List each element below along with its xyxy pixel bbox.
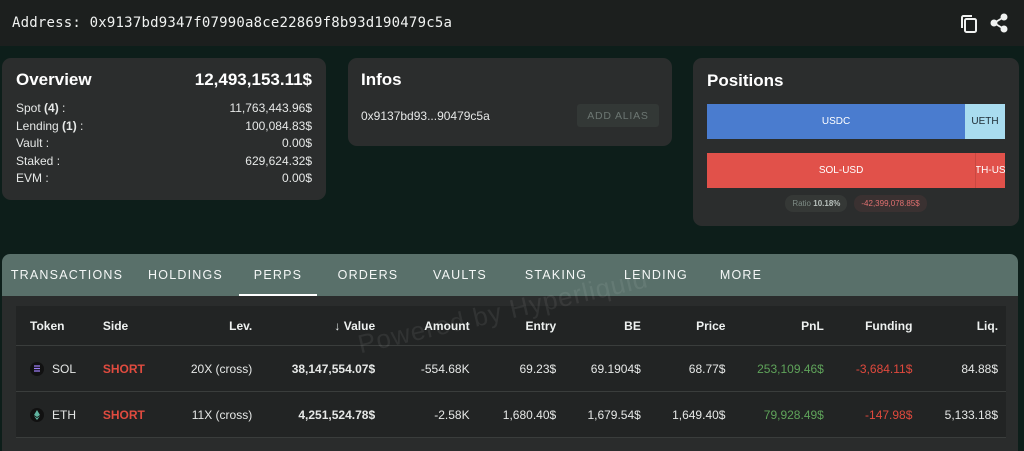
tab-more[interactable]: MORE (701, 254, 781, 296)
header-price[interactable]: Price (649, 319, 734, 333)
solana-icon (30, 361, 44, 376)
cell-pnl: 79,928.49$ (763, 407, 824, 422)
cell-be: 1,679.54$ (587, 407, 641, 422)
header-value[interactable]: ↓ Value (260, 319, 383, 333)
overview-row-value: 0.00$ (281, 171, 312, 185)
header-token[interactable]: Token (16, 319, 95, 333)
positions-title: Positions (707, 71, 784, 90)
address-label: Address: (12, 15, 82, 31)
cell-amount: -554.68K (420, 361, 470, 376)
cell-price: 68.77$ (688, 361, 726, 376)
positions-bar-perps: SOL-USDETH-USD (707, 153, 1005, 188)
ratio-label: Ratio (792, 199, 812, 208)
overview-row: Lending (1) : 100,084.83$ (16, 118, 312, 136)
address-bar: Address: 0x9137bd9347f07990a8ce22869f8b9… (0, 0, 1024, 46)
short-address: 0x9137bd93...90479c5a (361, 108, 490, 123)
share-icon[interactable] (990, 13, 1008, 33)
cell-price: 1,649.40$ (672, 407, 726, 422)
cell-lev: 20X (cross) (190, 361, 253, 376)
header-side[interactable]: Side (95, 319, 170, 333)
cell-token: SOL (16, 361, 95, 376)
cell-entry: 69.23$ (519, 361, 557, 376)
overview-row-value: 0.00$ (281, 136, 312, 150)
cell-value: 38,147,554.07$ (291, 361, 376, 376)
table-row[interactable]: ETH SHORT 11X (cross) 4,251,524.78$ -2.58K 1,… (16, 392, 1006, 438)
overview-row-value: 629,624.32$ (245, 153, 312, 168)
perps-table: Token Side Lev. ↓ Value Amount Entry BE … (16, 306, 1006, 438)
ethereum-icon (30, 407, 44, 422)
overview-row-label: Lending (1) : (16, 118, 84, 133)
address-value: 0x9137bd9347f07990a8ce22869f8b93d190479c… (89, 15, 453, 31)
position-segment-eth-usd[interactable]: ETH-USD (975, 153, 1005, 188)
header-amount[interactable]: Amount (383, 319, 477, 333)
overview-card: Overview 12,493,153.11$ Spot (4) : 11,763… (2, 58, 326, 200)
perps-panel: Token Side Lev. ↓ Value Amount Entry BE … (2, 296, 1018, 451)
cell-amount: -2.58K (434, 407, 470, 422)
cell-be: 69.1904$ (590, 361, 641, 376)
tab-orders[interactable]: ORDERS (317, 254, 419, 296)
overview-row-value: 100,084.83$ (245, 118, 312, 133)
cell-funding: -3,684.11$ (855, 361, 913, 376)
table-header-row: Token Side Lev. ↓ Value Amount Entry BE … (16, 306, 1006, 346)
cell-token: ETH (16, 407, 95, 422)
table-row[interactable]: SOL SHORT 20X (cross) 38,147,554.07$ -554.68… (16, 346, 1006, 392)
header-pnl[interactable]: PnL (733, 319, 831, 333)
positions-bar-spot: USDC UETH (707, 104, 1005, 139)
copy-icon[interactable] (960, 13, 978, 33)
cell-funding: -147.98$ (865, 407, 913, 422)
header-lev[interactable]: Lev. (170, 319, 261, 333)
ratio-value: 10.18% (813, 199, 841, 208)
cell-liq: 84.88$ (961, 361, 999, 376)
cell-value: 4,251,524.78$ (298, 407, 376, 422)
header-value-label: Value (343, 318, 376, 333)
cell-pnl: 253,109.46$ (757, 361, 824, 376)
overview-row: Spot (4) : 11,763,443.96$ (16, 100, 312, 118)
sort-down-arrow-icon: ↓ (334, 318, 341, 333)
cell-liq: 5,133.18$ (944, 407, 999, 422)
token-symbol: ETH (52, 407, 76, 422)
overview-row-label: Staked : (16, 153, 61, 168)
header-entry[interactable]: Entry (478, 319, 565, 333)
tab-lending[interactable]: LENDING (611, 254, 701, 296)
overview-row-value: 11,763,443.96$ (229, 101, 312, 115)
overview-total: 12,493,153.11$ (194, 70, 312, 89)
pnl-badge: -42,399,078.85$ (854, 195, 927, 212)
tab-transactions[interactable]: TRANSACTIONS (2, 254, 132, 296)
tab-bar: TRANSACTIONS HOLDINGS PERPS ORDERS VAULTS STA… (2, 254, 1018, 296)
overview-row: Staked : 629,624.32$ (16, 153, 312, 171)
tab-holdings[interactable]: HOLDINGS (132, 254, 239, 296)
infos-card: Infos 0x9137bd93...90479c5a ADD ALIAS (348, 58, 672, 146)
cell-side: SHORT (102, 361, 145, 376)
header-funding[interactable]: Funding (832, 319, 921, 333)
position-segment-ueth[interactable]: UETH (965, 104, 1005, 139)
infos-title: Infos (361, 70, 402, 89)
token-symbol: SOL (52, 361, 77, 376)
overview-row: EVM : 0.00$ (16, 170, 312, 188)
overview-row-label: Vault : (16, 136, 50, 150)
overview-row: Vault : 0.00$ (16, 135, 312, 153)
add-alias-button[interactable]: ADD ALIAS (577, 104, 659, 127)
cell-side: SHORT (102, 407, 145, 422)
cell-lev: 11X (cross) (191, 407, 253, 422)
overview-row-label: Spot (4) : (16, 101, 66, 115)
tab-staking[interactable]: STAKING (501, 254, 611, 296)
overview-row-label: EVM : (16, 171, 49, 185)
header-be[interactable]: BE (564, 319, 649, 333)
position-segment-usdc[interactable]: USDC (707, 104, 966, 139)
positions-card: Positions USDCUETH SOL-USDETH-USD Ratio … (693, 58, 1019, 226)
cell-entry: 1,680.40$ (502, 407, 557, 422)
header-liq[interactable]: Liq. (920, 319, 1006, 333)
position-segment-sol-usd[interactable]: SOL-USD (707, 153, 976, 188)
ratio-badge: Ratio 10.18% (785, 195, 848, 212)
overview-title: Overview (16, 70, 92, 89)
tab-vaults[interactable]: VAULTS (419, 254, 501, 296)
address-text: Address: 0x9137bd9347f07990a8ce22869f8b9… (12, 15, 452, 31)
tab-perps[interactable]: PERPS (239, 254, 317, 296)
